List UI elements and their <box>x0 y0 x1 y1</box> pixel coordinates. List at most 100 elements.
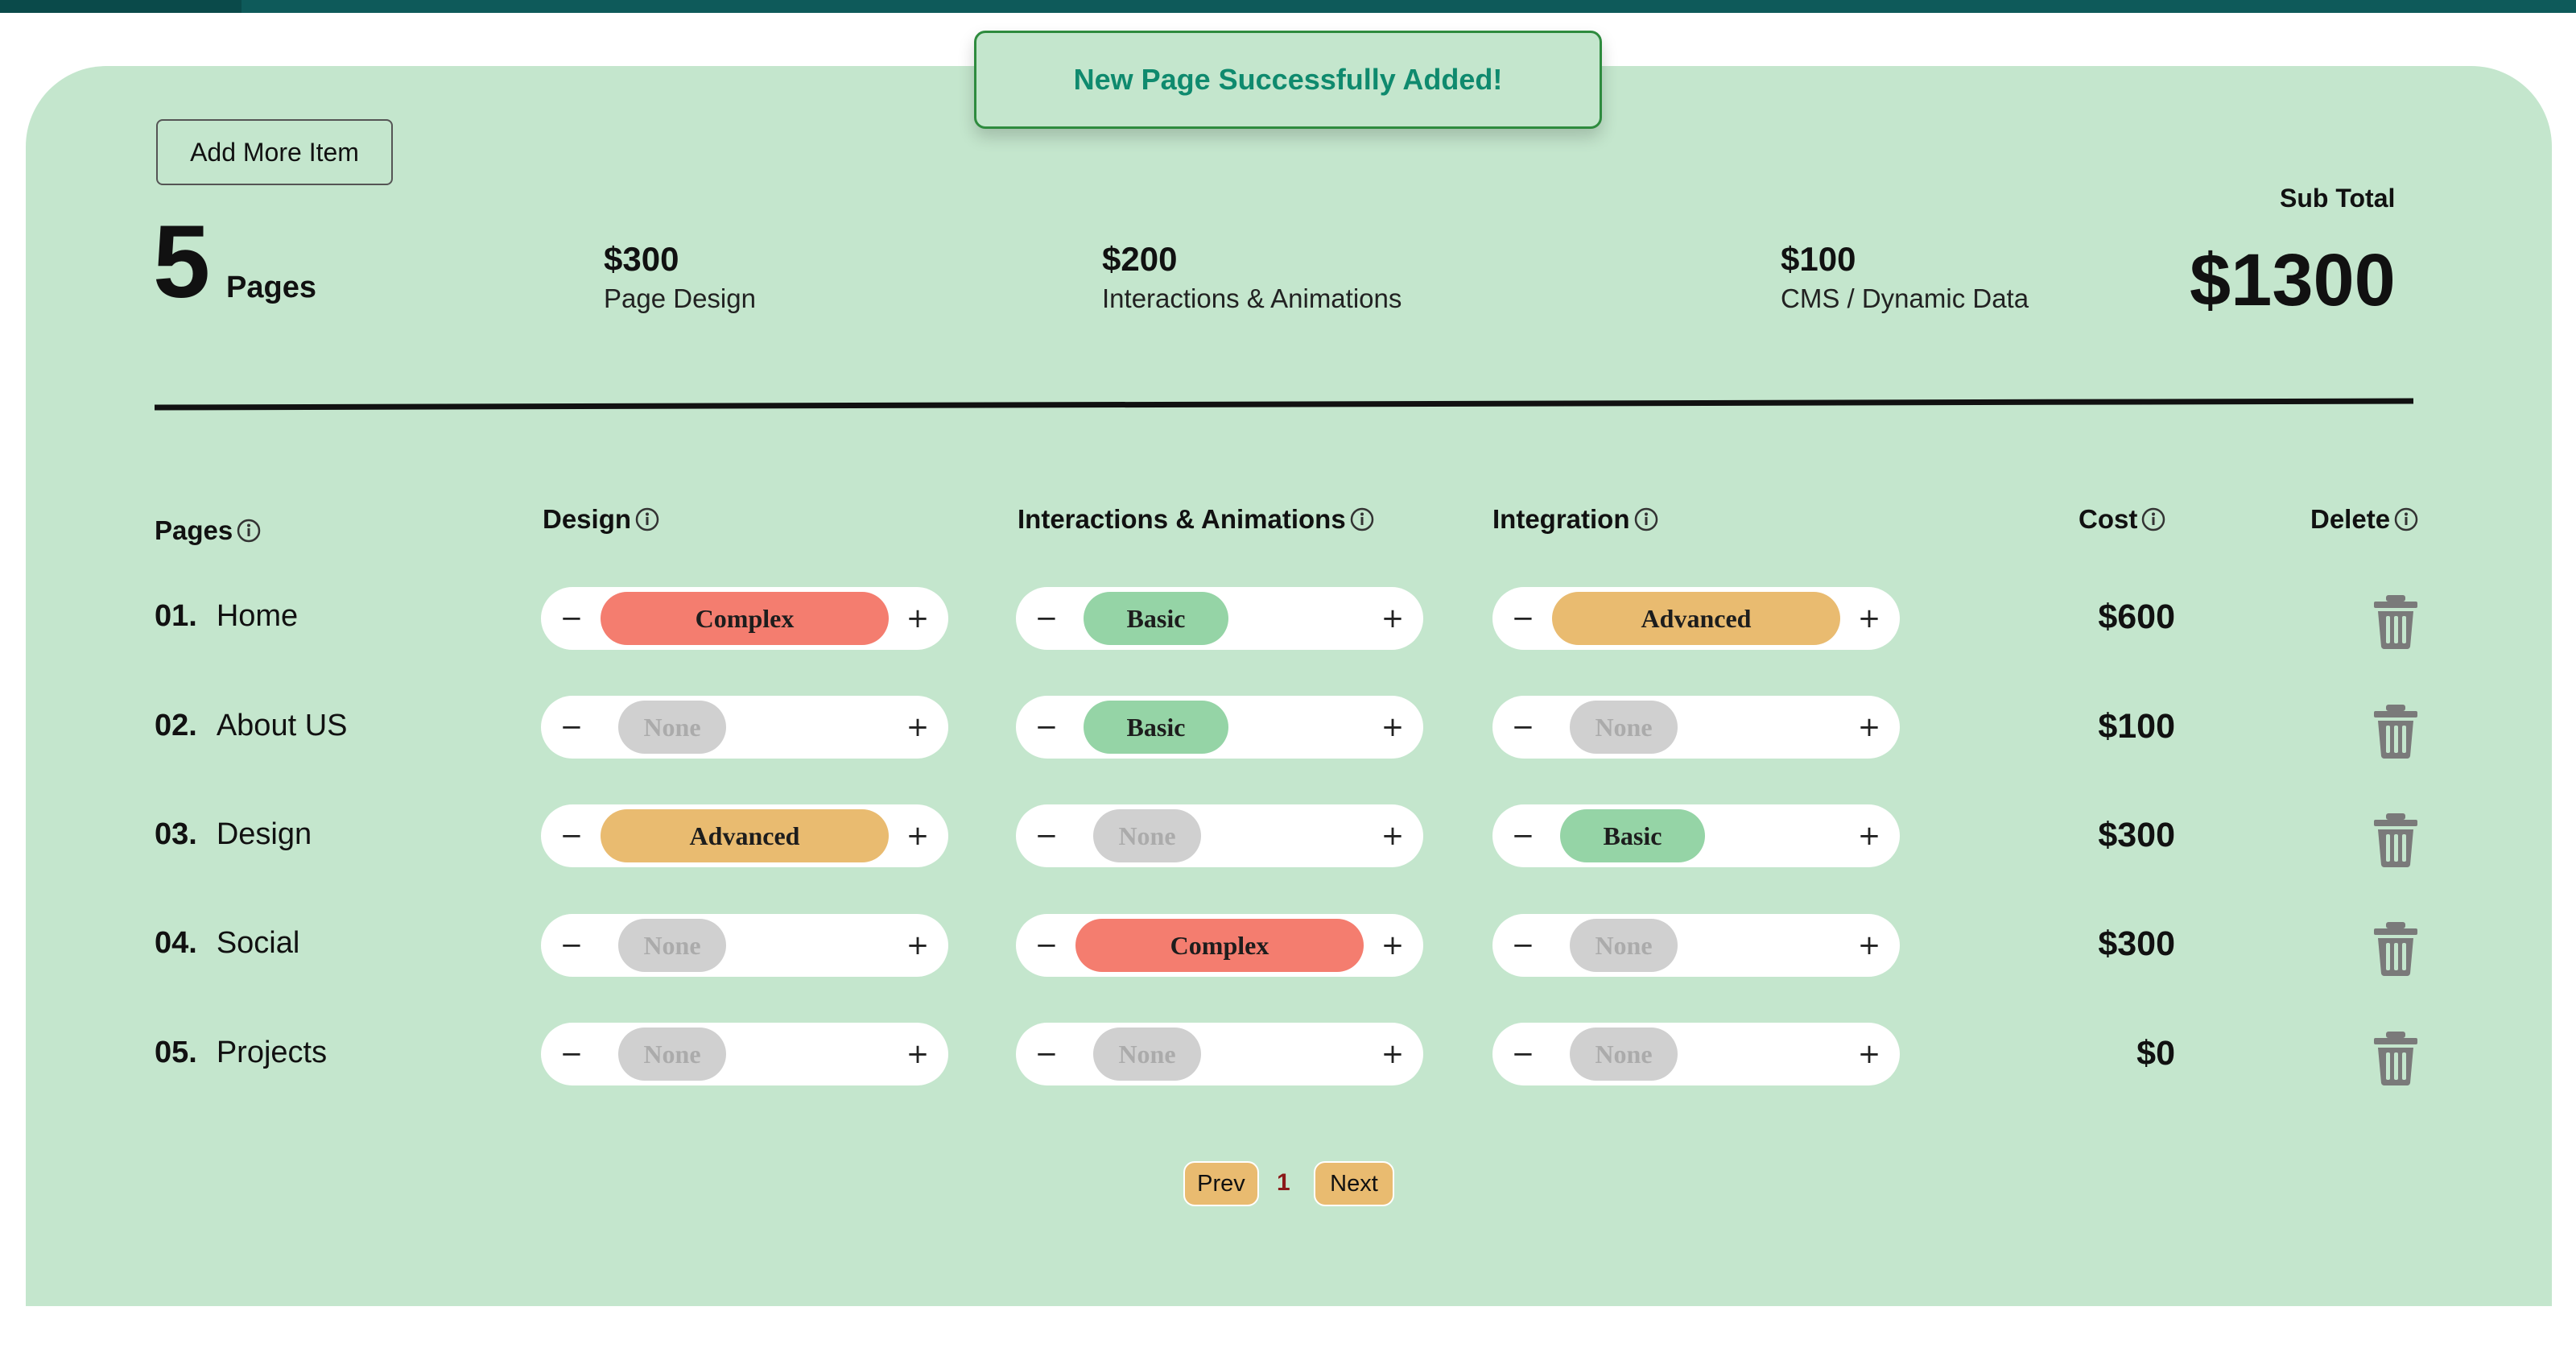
table-row: 02. About US <box>155 709 347 743</box>
plus-icon[interactable]: + <box>889 587 947 650</box>
interactions-level-pill: None <box>1093 809 1201 862</box>
row-page-name: Projects <box>216 1036 328 1069</box>
trash-icon[interactable] <box>2372 812 2420 868</box>
header-design: Design <box>543 504 660 535</box>
info-icon[interactable] <box>2140 507 2166 532</box>
minus-icon[interactable]: − <box>1494 804 1552 867</box>
plus-icon[interactable]: + <box>1840 804 1898 867</box>
header-delete: Delete <box>2310 504 2419 535</box>
minus-icon[interactable]: − <box>1018 696 1075 759</box>
header-pages: Pages <box>155 515 262 546</box>
info-icon[interactable] <box>634 507 660 532</box>
minus-icon[interactable]: − <box>543 696 601 759</box>
design-level-pill: None <box>618 701 726 754</box>
interactions-stepper: − Basic + <box>1016 696 1423 759</box>
design-level-pill: Advanced <box>601 809 889 862</box>
row-number: 01. <box>155 599 197 633</box>
row-number: 05. <box>155 1036 197 1069</box>
pages-count-label: Pages <box>226 271 316 304</box>
page-design-price: $300 <box>604 240 679 278</box>
minus-icon[interactable]: − <box>1494 587 1552 650</box>
plus-icon[interactable]: + <box>1364 1023 1422 1085</box>
plus-icon[interactable]: + <box>889 1023 947 1085</box>
page-design-label: Page Design <box>604 283 756 313</box>
row-cost: $300 <box>2098 924 2175 963</box>
minus-icon[interactable]: − <box>543 1023 601 1085</box>
header-delete-label: Delete <box>2310 504 2391 534</box>
plus-icon[interactable]: + <box>1364 804 1422 867</box>
row-number: 03. <box>155 817 197 851</box>
interactions-stepper: − Basic + <box>1016 587 1423 650</box>
integration-level-pill: None <box>1570 919 1678 972</box>
row-page-name: Design <box>216 817 312 851</box>
row-cost: $600 <box>2098 598 2175 636</box>
row-number: 02. <box>155 709 197 742</box>
row-cost: $300 <box>2098 816 2175 854</box>
row-cost: $100 <box>2098 707 2175 746</box>
minus-icon[interactable]: − <box>1018 1023 1075 1085</box>
row-page-name: About US <box>216 709 348 742</box>
header-cost-label: Cost <box>2079 504 2138 534</box>
design-level-pill: None <box>618 1028 726 1081</box>
current-page-number[interactable]: 1 <box>1277 1169 1290 1197</box>
design-level-pill: None <box>618 919 726 972</box>
design-stepper: − None + <box>541 1023 948 1085</box>
add-more-item-button[interactable]: Add More Item <box>156 119 393 185</box>
header-interactions: Interactions & Animations <box>1018 504 1375 535</box>
minus-icon[interactable]: − <box>543 587 601 650</box>
table-row: 05. Projects <box>155 1036 327 1070</box>
interactions-label: Interactions & Animations <box>1102 283 1402 313</box>
integration-stepper: − None + <box>1492 696 1900 759</box>
table-row: 03. Design <box>155 817 312 852</box>
info-icon[interactable] <box>2393 507 2419 532</box>
minus-icon[interactable]: − <box>1018 587 1075 650</box>
trash-icon[interactable] <box>2372 703 2420 759</box>
calculator-panel <box>26 66 2552 1306</box>
integration-stepper: − Basic + <box>1492 804 1900 867</box>
next-page-button[interactable]: Next <box>1314 1161 1394 1206</box>
integration-level-pill: Advanced <box>1552 592 1840 645</box>
interactions-level-pill: Basic <box>1084 701 1228 754</box>
minus-icon[interactable]: − <box>1018 804 1075 867</box>
trash-icon[interactable] <box>2372 1030 2420 1086</box>
plus-icon[interactable]: + <box>1364 696 1422 759</box>
minus-icon[interactable]: − <box>1494 1023 1552 1085</box>
subtotal-value: $1300 <box>2190 239 2396 321</box>
plus-icon[interactable]: + <box>1840 587 1898 650</box>
info-icon[interactable] <box>236 518 262 544</box>
plus-icon[interactable]: + <box>889 914 947 977</box>
integration-level-pill: None <box>1570 1028 1678 1081</box>
cms-price: $100 <box>1781 240 1856 278</box>
integration-level-pill: None <box>1570 701 1678 754</box>
subtotal-label: Sub Total <box>2280 184 2396 213</box>
design-stepper: − None + <box>541 914 948 977</box>
plus-icon[interactable]: + <box>1364 587 1422 650</box>
table-row: 04. Social <box>155 926 299 961</box>
minus-icon[interactable]: − <box>543 914 601 977</box>
plus-icon[interactable]: + <box>889 804 947 867</box>
minus-icon[interactable]: − <box>1018 914 1075 977</box>
plus-icon[interactable]: + <box>889 696 947 759</box>
header-pages-label: Pages <box>155 515 233 545</box>
cms-label: CMS / Dynamic Data <box>1781 283 2029 313</box>
info-icon[interactable] <box>1349 507 1375 532</box>
integration-stepper: − Advanced + <box>1492 587 1900 650</box>
minus-icon[interactable]: − <box>543 804 601 867</box>
plus-icon[interactable]: + <box>1364 914 1422 977</box>
prev-page-button[interactable]: Prev <box>1183 1161 1259 1206</box>
info-icon[interactable] <box>1633 507 1659 532</box>
trash-icon[interactable] <box>2372 920 2420 977</box>
plus-icon[interactable]: + <box>1840 914 1898 977</box>
interactions-stepper: − None + <box>1016 804 1423 867</box>
table-row: 01. Home <box>155 599 298 634</box>
success-toast: New Page Successfully Added! <box>974 31 1602 129</box>
plus-icon[interactable]: + <box>1840 696 1898 759</box>
trash-icon[interactable] <box>2372 593 2420 650</box>
minus-icon[interactable]: − <box>1494 914 1552 977</box>
integration-level-pill: Basic <box>1560 809 1705 862</box>
row-page-name: Social <box>216 926 300 960</box>
plus-icon[interactable]: + <box>1840 1023 1898 1085</box>
minus-icon[interactable]: − <box>1494 696 1552 759</box>
interactions-level-pill: Complex <box>1075 919 1364 972</box>
row-cost: $0 <box>2136 1034 2175 1073</box>
